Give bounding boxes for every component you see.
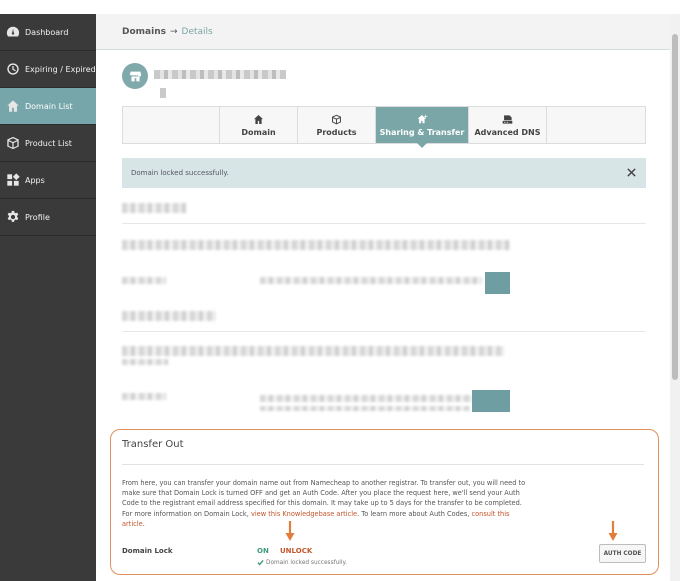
redacted-toggle[interactable] xyxy=(485,272,510,294)
redacted-value xyxy=(260,277,482,284)
domain-lock-message: Domain locked successfully. xyxy=(257,559,347,566)
unlock-button[interactable]: UNLOCK xyxy=(280,547,312,555)
redacted-value xyxy=(260,406,470,411)
transfer-out-panel: Transfer Out From here, you can transfer… xyxy=(110,429,659,575)
sidebar-item-label: Apps xyxy=(25,175,45,185)
transfer-out-title: Transfer Out xyxy=(122,439,184,450)
apps-icon xyxy=(6,173,20,187)
redacted-heading xyxy=(122,203,186,213)
tab-advanced-dns[interactable]: Advanced DNS xyxy=(469,107,547,143)
tab-label: Domain xyxy=(241,127,276,137)
domain-tabs: Domain Products Sharing & Transfer Advan… xyxy=(122,106,646,148)
sidebar-item-label: Expiring / Expired xyxy=(25,64,96,74)
divider xyxy=(122,331,646,332)
divider xyxy=(122,223,646,224)
sidebar-item-label: Product List xyxy=(25,138,72,148)
redacted-value xyxy=(260,395,472,402)
alert-message: Domain locked successfully. xyxy=(131,169,229,177)
sidebar-item-profile[interactable]: Profile xyxy=(0,199,96,236)
close-icon[interactable] xyxy=(626,167,637,178)
transfer-desc-text: . To learn more about Auth Codes, xyxy=(357,509,472,518)
breadcrumb-separator: → xyxy=(169,26,178,37)
redacted-text xyxy=(122,359,168,365)
sidebar-item-label: Dashboard xyxy=(25,27,69,37)
store-icon xyxy=(129,71,141,81)
tab-domain[interactable]: Domain xyxy=(220,107,298,143)
gear-icon xyxy=(6,210,20,224)
domain-name-redacted-extra xyxy=(160,88,166,98)
domain-lock-status-on: ON xyxy=(257,547,269,555)
sidebar: Dashboard Expiring / Expired Domain List… xyxy=(0,14,96,581)
box-icon xyxy=(6,136,20,150)
redacted-text xyxy=(122,346,504,356)
check-icon xyxy=(257,559,264,566)
redacted-label xyxy=(122,277,166,284)
auth-code-button[interactable]: AUTH CODE xyxy=(599,544,646,563)
lock-status-text: Domain locked successfully. xyxy=(266,559,347,566)
dashboard-icon xyxy=(6,25,20,39)
arrow-down-icon xyxy=(608,520,618,542)
sidebar-item-product-list[interactable]: Product List xyxy=(0,125,96,162)
dns-icon xyxy=(502,114,513,124)
tab-spacer xyxy=(123,107,220,143)
scrollbar-thumb[interactable] xyxy=(672,34,678,380)
tab-label: Products xyxy=(316,127,357,137)
success-alert: Domain locked successfully. xyxy=(122,158,646,188)
knowledgebase-link[interactable]: view this Knowledgebase article xyxy=(251,510,357,518)
redacted-toggle[interactable] xyxy=(472,390,510,412)
breadcrumb-domains[interactable]: Domains xyxy=(122,27,166,37)
breadcrumb: Domains → Details xyxy=(96,14,670,50)
sidebar-item-label: Domain List xyxy=(25,101,73,111)
sidebar-item-domain-list[interactable]: Domain List xyxy=(0,88,96,125)
sidebar-item-expiring[interactable]: Expiring / Expired xyxy=(0,51,96,88)
home-icon xyxy=(6,99,20,113)
box-icon xyxy=(332,114,341,124)
redacted-text xyxy=(122,240,510,250)
redacted-label xyxy=(122,393,166,400)
tab-sharing-transfer[interactable]: Sharing & Transfer xyxy=(376,107,469,148)
share-home-icon xyxy=(417,114,427,123)
domain-avatar xyxy=(122,63,148,89)
breadcrumb-details: Details xyxy=(181,26,213,37)
arrow-down-icon xyxy=(285,520,295,542)
sidebar-item-apps[interactable]: Apps xyxy=(0,162,96,199)
sidebar-item-label: Profile xyxy=(25,212,50,222)
domain-lock-label: Domain Lock xyxy=(122,547,173,555)
tab-label: Advanced DNS xyxy=(474,127,541,137)
redacted-heading xyxy=(122,311,216,321)
tab-label: Sharing & Transfer xyxy=(379,127,465,137)
home-icon xyxy=(254,114,263,124)
transfer-out-description: From here, you can transfer your domain … xyxy=(122,478,532,529)
transfer-desc-text: . xyxy=(142,519,145,528)
clock-icon xyxy=(6,62,20,76)
tab-products[interactable]: Products xyxy=(298,107,376,143)
domain-name-redacted xyxy=(154,70,286,79)
sidebar-item-dashboard[interactable]: Dashboard xyxy=(0,14,96,51)
divider xyxy=(122,464,644,465)
